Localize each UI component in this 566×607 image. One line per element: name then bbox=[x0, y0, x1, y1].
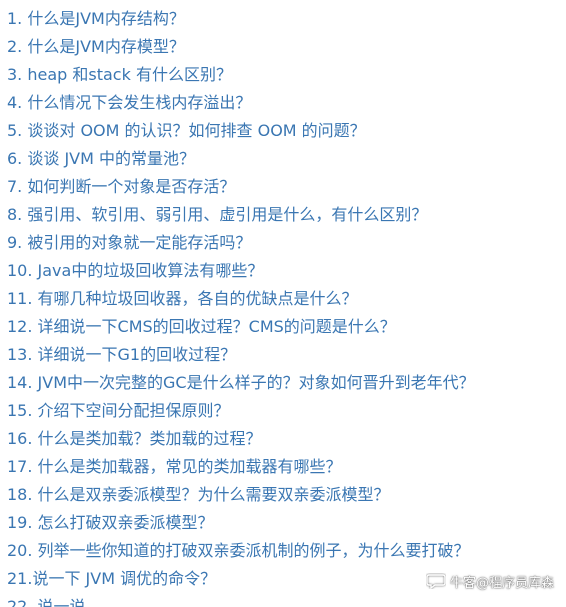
list-item: 5. 谈谈对 OOM 的认识？如何排查 OOM 的问题？ bbox=[7, 121, 366, 140]
watermark: 牛客@程序员库森 bbox=[426, 569, 554, 593]
question-list: 1. 什么是JVM内存结构？ 2. 什么是JVM内存模型？ 3. heap 和s… bbox=[7, 5, 475, 607]
list-item: 18. 什么是双亲委派模型？为什么需要双亲委派模型？ bbox=[7, 485, 390, 504]
list-item: 15. 介绍下空间分配担保原则？ bbox=[7, 401, 230, 420]
list-item: 12. 详细说一下CMS的回收过程？CMS的问题是什么？ bbox=[7, 317, 396, 336]
list-item: 7. 如何判断一个对象是否存活？ bbox=[7, 177, 236, 196]
list-item: 1. 什么是JVM内存结构？ bbox=[7, 9, 185, 28]
chat-bubble-icon bbox=[426, 574, 446, 589]
list-item: 21.说一下 JVM 调优的命令？ bbox=[7, 569, 217, 588]
list-item: 8. 强引用、软引用、弱引用、虚引用是什么，有什么区别？ bbox=[7, 205, 428, 224]
list-item-partial: 22. 说一说 bbox=[7, 597, 86, 607]
list-item: 14. JVM中一次完整的GC是什么样子的？对象如何晋升到老年代？ bbox=[7, 373, 475, 392]
list-item: 20. 列举一些你知道的打破双亲委派机制的例子，为什么要打破？ bbox=[7, 541, 470, 560]
list-item: 11. 有哪几种垃圾回收器，各自的优缺点是什么？ bbox=[7, 289, 358, 308]
list-item: 10. Java中的垃圾回收算法有哪些？ bbox=[7, 261, 264, 280]
list-item: 16. 什么是类加载？类加载的过程？ bbox=[7, 429, 262, 448]
list-item: 19. 怎么打破双亲委派模型？ bbox=[7, 513, 214, 532]
list-item: 2. 什么是JVM内存模型？ bbox=[7, 37, 185, 56]
list-item: 9. 被引用的对象就一定能存活吗？ bbox=[7, 233, 252, 252]
list-item: 4. 什么情况下会发生栈内存溢出？ bbox=[7, 93, 252, 112]
list-item: 6. 谈谈 JVM 中的常量池？ bbox=[7, 149, 195, 168]
list-item: 3. heap 和stack 有什么区别？ bbox=[7, 65, 232, 84]
list-item: 17. 什么是类加载器，常见的类加载器有哪些？ bbox=[7, 457, 342, 476]
list-item: 13. 详细说一下G1的回收过程？ bbox=[7, 345, 237, 364]
watermark-text: 牛客@程序员库森 bbox=[449, 575, 554, 591]
